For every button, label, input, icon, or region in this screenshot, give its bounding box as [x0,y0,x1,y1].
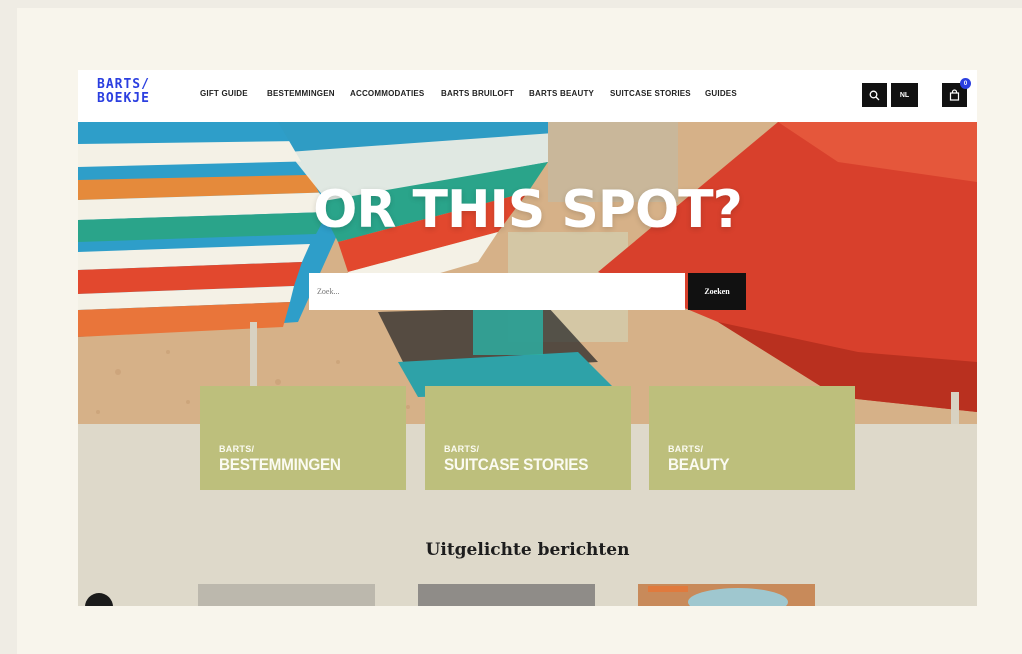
thumbnail-image [638,584,815,606]
category-card-beauty[interactable]: BARTS/ BEAUTY [649,386,855,490]
nav-item-barts-bruiloft[interactable]: BARTS BRUILOFT [441,89,529,98]
card-kicker: BARTS/ [219,444,255,454]
card-title: BEAUTY [668,455,730,474]
nav-item-suitcase-stories[interactable]: SUITCASE STORIES [610,89,705,98]
shopping-bag-icon [949,89,960,101]
main-nav: GIFT GUIDE BESTEMMINGEN ACCOMMODATIES BA… [200,89,737,98]
search-button[interactable] [862,83,887,107]
card-title: SUITCASE STORIES [444,455,589,474]
card-kicker: BARTS/ [444,444,480,454]
featured-post-thumbnail[interactable] [638,584,815,606]
logo-line-1: BARTS/ [97,77,150,92]
featured-post-thumbnail[interactable] [418,584,595,606]
category-card-bestemmingen[interactable]: BARTS/ BESTEMMINGEN [200,386,406,490]
hero-section: OR THIS SPOT? Zoeken [78,122,977,424]
top-navbar: BARTS/ BOEKJE GIFT GUIDE BESTEMMINGEN AC… [78,70,977,122]
search-submit-button[interactable]: Zoeken [688,273,746,310]
featured-posts-heading: Uitgelichte berichten [425,540,630,560]
nav-item-barts-beauty[interactable]: BARTS BEAUTY [529,89,610,98]
chat-widget-button[interactable] [85,593,113,606]
nav-item-bestemmingen[interactable]: BESTEMMINGEN [267,89,350,98]
card-kicker: BARTS/ [668,444,704,454]
website: BARTS/ BOEKJE GIFT GUIDE BESTEMMINGEN AC… [78,70,977,606]
nav-item-accommodaties[interactable]: ACCOMMODATIES [350,89,441,98]
category-card-suitcase-stories[interactable]: BARTS/ SUITCASE STORIES [425,386,631,490]
card-title: BESTEMMINGEN [219,455,341,474]
nav-item-gift-guide[interactable]: GIFT GUIDE [200,89,267,98]
featured-post-thumbnail[interactable] [198,584,375,606]
cart-count-badge: 0 [960,78,971,89]
nav-item-guides[interactable]: GUIDES [705,89,737,98]
search-input[interactable] [309,273,685,310]
language-switch[interactable]: NL [891,83,918,107]
hero-title: OR THIS SPOT? [313,180,743,240]
site-logo[interactable]: BARTS/ BOEKJE [97,78,167,106]
logo-line-2: BOEKJE [97,91,150,106]
search-icon [869,90,880,100]
